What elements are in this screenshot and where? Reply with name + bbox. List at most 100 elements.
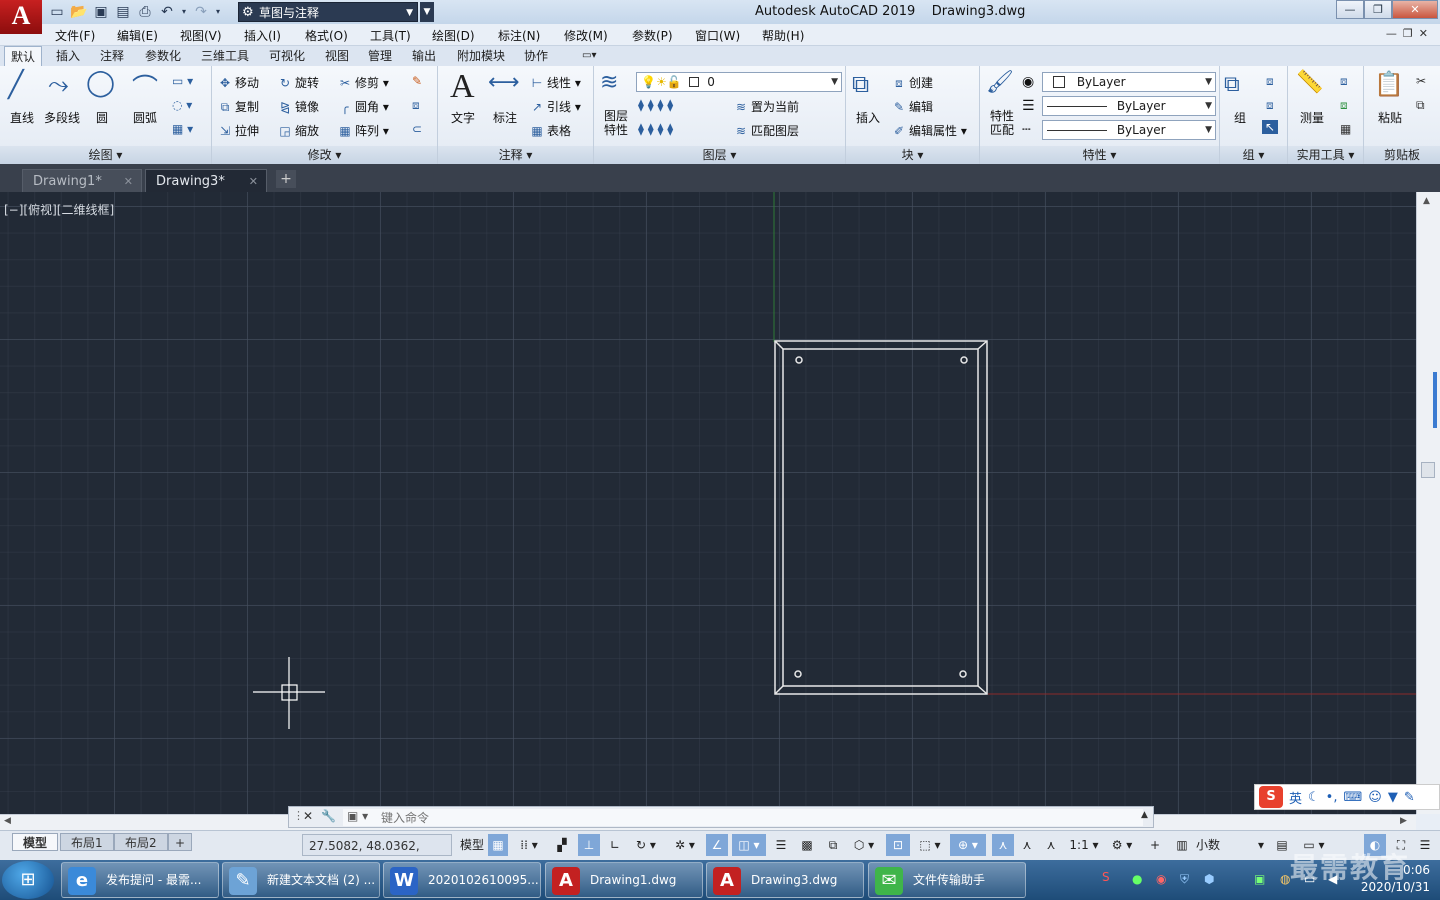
table-tool[interactable]: ▦ 表格 bbox=[530, 122, 571, 139]
quick-select-icon[interactable]: ⧈ bbox=[1340, 74, 1348, 89]
command-history-icon[interactable]: ▲ bbox=[1141, 810, 1148, 820]
tab-visualize[interactable]: 可视化 bbox=[263, 46, 311, 66]
annotation-scale-icon[interactable]: ⋏ bbox=[1040, 834, 1062, 856]
annotation-scale-value[interactable]: 1:1 ▾ bbox=[1066, 834, 1102, 856]
leader-tool[interactable]: ↗ 引线 ▾ bbox=[530, 98, 581, 115]
create-block-tool[interactable]: ⧈ 创建 bbox=[892, 74, 933, 91]
save-as-icon[interactable]: ▤ bbox=[114, 4, 132, 20]
set-current-layer-tool[interactable]: ≋ 置为当前 bbox=[734, 98, 799, 115]
close-button[interactable]: ✕ bbox=[1392, 0, 1438, 19]
document-window-controls[interactable]: —❐✕ bbox=[1386, 27, 1434, 40]
taskbar-item[interactable]: A Drawing3.dwg bbox=[706, 862, 864, 898]
copy-tool[interactable]: ⧉ 复制 bbox=[218, 98, 259, 115]
nvidia-icon[interactable]: ▣ bbox=[1254, 872, 1265, 886]
explode-icon[interactable]: ⧈ bbox=[412, 98, 420, 113]
object-tracking-icon[interactable]: ∠ bbox=[706, 834, 728, 856]
grid-icon[interactable]: ▦ bbox=[488, 834, 508, 856]
menu-dimension[interactable]: 标注(N) bbox=[498, 27, 540, 44]
annotation-visibility-icon[interactable]: ⋏ bbox=[992, 834, 1014, 856]
tab-3d-tools[interactable]: 三维工具 bbox=[195, 46, 255, 66]
tab-default[interactable]: 默认 bbox=[4, 46, 43, 66]
region-icon[interactable]: ▦ ▾ bbox=[172, 122, 193, 136]
taskbar-item[interactable]: ✎ 新建文本文档 (2) ... bbox=[222, 862, 380, 898]
tab-view[interactable]: 视图 bbox=[319, 46, 355, 66]
wrench-icon[interactable]: ✎ bbox=[1404, 790, 1415, 805]
selection-filter-icon[interactable]: ⬚ ▾ bbox=[912, 834, 948, 856]
tab-parametric[interactable]: 参数化 bbox=[139, 46, 187, 66]
ribbon-minimize-icon[interactable]: ▭▾ bbox=[576, 46, 602, 66]
menu-view[interactable]: 视图(V) bbox=[180, 27, 222, 44]
minimize-button[interactable]: — bbox=[1336, 0, 1364, 19]
save-icon[interactable]: ▣ bbox=[92, 4, 110, 20]
print-icon[interactable]: ⎙ bbox=[136, 4, 154, 20]
transparency-icon[interactable]: ▩ bbox=[796, 834, 818, 856]
ime-language[interactable]: 英 bbox=[1289, 788, 1302, 807]
modify-panel-title[interactable]: 修改 ▾ bbox=[212, 146, 437, 164]
open-file-icon[interactable]: 📂 bbox=[70, 4, 88, 20]
linear-dim-tool[interactable]: ⊢ 线性 ▾ bbox=[530, 74, 581, 91]
layer-dropdown[interactable]: 💡☀🔓 0 ▼ bbox=[636, 72, 842, 92]
new-file-icon[interactable]: ▭ bbox=[48, 4, 66, 20]
dynamic-input-icon[interactable]: ⊥ bbox=[578, 834, 600, 856]
trim-tool[interactable]: ✂ 修剪 ▾ bbox=[338, 74, 389, 91]
coordinate-readout[interactable]: 27.5082, 48.0362, 0.0000 bbox=[302, 834, 452, 875]
rectangle-icon[interactable]: ▭ ▾ bbox=[172, 74, 193, 88]
scale-tool[interactable]: ◲ 缩放 bbox=[278, 122, 319, 139]
properties-panel-title[interactable]: 特性 ▾ bbox=[980, 146, 1219, 164]
gizmo-icon[interactable]: ⊕ ▾ bbox=[950, 834, 986, 856]
taskbar-item[interactable]: e 发布提问 - 最需... bbox=[61, 862, 219, 898]
3d-osnap-icon[interactable]: ⬡ ▾ bbox=[846, 834, 882, 856]
menu-edit[interactable]: 编辑(E) bbox=[117, 27, 158, 44]
layout-tab-model[interactable]: 模型 bbox=[12, 833, 59, 851]
group-edit-icon[interactable]: ⧈ bbox=[1266, 98, 1274, 113]
measure-tool[interactable]: 测量 bbox=[1300, 109, 1324, 126]
wrench-icon[interactable]: 🔧 bbox=[321, 809, 336, 823]
menu-modify[interactable]: 修改(M) bbox=[564, 27, 608, 44]
scroll-up-icon[interactable]: ▲ bbox=[1423, 196, 1430, 206]
weibo-tray-icon[interactable]: ◉ bbox=[1156, 872, 1166, 886]
workspace-selector[interactable]: ⚙ 草图与注释 ▼ bbox=[238, 2, 418, 22]
cube-icon[interactable]: ⬢ bbox=[1204, 872, 1214, 886]
infer-constraints-icon[interactable]: ▞ bbox=[552, 834, 572, 856]
arc-tool[interactable]: 圆弧 bbox=[133, 109, 157, 126]
select-all-icon[interactable]: ⧈ bbox=[1340, 98, 1348, 113]
array-tool[interactable]: ▦ 阵列 ▾ bbox=[338, 122, 389, 139]
scroll-thumb[interactable] bbox=[1421, 462, 1435, 478]
dynamic-ucs-icon[interactable]: ⊡ bbox=[886, 834, 910, 856]
tab-addins[interactable]: 附加模块 bbox=[451, 46, 511, 66]
lineweight-toggle-icon[interactable]: ☰ bbox=[770, 834, 792, 856]
units-icon[interactable]: ▥ bbox=[1172, 834, 1192, 856]
add-layout-button[interactable]: + bbox=[168, 833, 193, 851]
menu-draw[interactable]: 绘图(D) bbox=[432, 27, 475, 44]
menu-file[interactable]: 文件(F) bbox=[55, 27, 95, 44]
rotate-tool[interactable]: ↻ 旋转 bbox=[278, 74, 319, 91]
tab-annotate[interactable]: 注释 bbox=[94, 46, 130, 66]
auto-scale-icon[interactable]: ⋏ bbox=[1016, 834, 1038, 856]
taskbar-item[interactable]: W 2020102610095... bbox=[383, 862, 541, 898]
layer-tools-row1[interactable]: ⧫ ⧫ ⧫ ⧫ bbox=[638, 98, 673, 112]
line-tool[interactable]: 直线 bbox=[10, 109, 34, 126]
edit-block-tool[interactable]: ✎ 编辑 bbox=[892, 98, 933, 115]
layer-tools-row2[interactable]: ⧫ ⧫ ⧫ ⧫ bbox=[638, 122, 673, 136]
doc-tab-drawing1[interactable]: Drawing1* ✕ bbox=[22, 169, 142, 192]
shirt-icon[interactable]: ▼ bbox=[1388, 790, 1398, 805]
snap-icon[interactable]: ⁞⁞ ▾ bbox=[512, 834, 546, 856]
start-button[interactable]: ⊞ bbox=[2, 861, 54, 899]
menu-help[interactable]: 帮助(H) bbox=[762, 27, 804, 44]
close-icon[interactable]: ✕ bbox=[303, 809, 313, 823]
close-icon[interactable]: ✕ bbox=[249, 170, 258, 193]
annotation-panel-title[interactable]: 注释 ▾ bbox=[438, 146, 593, 164]
polar-tracking-icon[interactable]: ↻ ▾ bbox=[628, 834, 664, 856]
edit-attributes-tool[interactable]: ✐ 编辑属性 ▾ bbox=[892, 122, 967, 139]
groups-panel-title[interactable]: 组 ▾ bbox=[1220, 146, 1287, 164]
new-tab-button[interactable]: + bbox=[276, 170, 296, 188]
menu-insert[interactable]: 插入(I) bbox=[244, 27, 281, 44]
draw-panel-title[interactable]: 绘图 ▾ bbox=[0, 146, 211, 164]
fillet-tool[interactable]: ╭ 圆角 ▾ bbox=[338, 98, 388, 115]
keyboard-icon[interactable]: ⌨ bbox=[1343, 790, 1362, 805]
user-icon[interactable]: ☺ bbox=[1368, 790, 1382, 805]
block-panel-title[interactable]: 块 ▾ bbox=[846, 146, 979, 164]
isodraft-icon[interactable]: ✲ ▾ bbox=[668, 834, 702, 856]
model-space-button[interactable]: 模型 bbox=[458, 834, 486, 856]
color-wheel-icon[interactable]: ◉ bbox=[1022, 74, 1034, 90]
